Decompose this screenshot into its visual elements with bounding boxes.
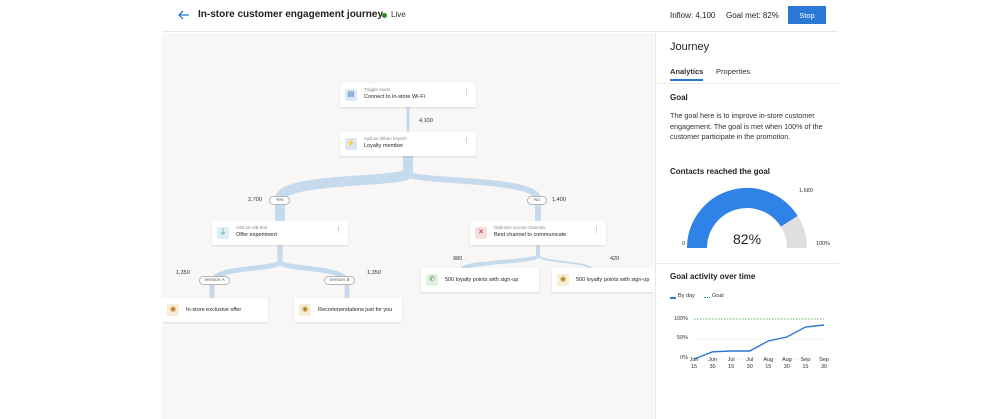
- node-type-label: Trigger event: [364, 87, 391, 92]
- y-tick-label: 50%: [676, 335, 688, 341]
- no-count: 1,400: [552, 197, 566, 203]
- recommendations-node[interactable]: ◉ Recommendations just for you: [294, 298, 402, 322]
- y-tick-label: 100%: [674, 316, 689, 322]
- in-store-offer-node[interactable]: ◉ In-store exclusive offer: [162, 298, 268, 322]
- live-status-dot: [382, 13, 387, 18]
- version-b-count: 1,350: [367, 270, 381, 276]
- stop-button[interactable]: Stop: [788, 6, 826, 24]
- by-day-series-line: [693, 324, 825, 360]
- x-tick-label: Jun 30: [708, 357, 717, 370]
- wifi-event-icon: ▤: [345, 89, 357, 101]
- trigger-event-node[interactable]: ▤ Trigger event Connect to in-store Wi-F…: [340, 83, 476, 107]
- x-tick-label: Aug 15: [763, 357, 774, 370]
- node-title: Recommendations just for you: [318, 307, 393, 313]
- channel-optimize-icon: ✕: [475, 227, 487, 239]
- page-title: In-store customer engagement journey: [198, 9, 384, 20]
- version-b-pill: Version B: [324, 276, 355, 285]
- status-badge: Live: [391, 10, 406, 19]
- loyalty-points-whatsapp-node[interactable]: ✆ 500 loyalty points with sign-up: [421, 268, 539, 292]
- version-a-count: 1,350: [176, 270, 190, 276]
- more-options-icon[interactable]: ⋮: [463, 89, 470, 96]
- node-title: Connect to in-store Wi-Fi: [364, 94, 425, 100]
- ab-test-node[interactable]: ⏚ Add an A/B test Offer experiment ⋮: [212, 221, 348, 245]
- loyalty-points-custom-node[interactable]: ◉ 500 loyalty points with sign-up: [552, 268, 654, 292]
- custom-channel-icon: ◉: [299, 304, 311, 316]
- goal-met-value: Goal met: 82%: [726, 11, 779, 20]
- more-options-icon[interactable]: ⋮: [463, 138, 470, 145]
- journey-header: In-store customer engagement journey Liv…: [162, 0, 838, 32]
- branch-icon: ⚡: [345, 138, 357, 150]
- y-tick-label: 0%: [680, 355, 688, 361]
- x-tick-label: Sep 15: [800, 357, 811, 370]
- x-tick-label: Aug 30: [781, 357, 792, 370]
- x-tick-label: Sep 30: [819, 357, 829, 370]
- ab-test-icon: ⏚: [217, 227, 229, 239]
- if-then-branch-node[interactable]: ⚡ Add an if/then branch Loyalty member ⋮: [340, 132, 476, 156]
- inflow-count: Inflow: 4,100: [670, 11, 716, 20]
- node-type-label: Add an A/B test: [236, 225, 268, 230]
- x-tick-label: Jul 15: [727, 357, 735, 370]
- node-title: 500 loyalty points with sign-up: [445, 277, 519, 283]
- node-type-label: Optimize across channels: [494, 225, 546, 230]
- node-title: Best channel to communicate: [494, 232, 567, 238]
- x-tick-label: Jun 15: [689, 357, 699, 370]
- trigger-count: 4,100: [419, 118, 433, 124]
- back-arrow-icon[interactable]: [176, 7, 192, 23]
- app: In-store customer engagement journey Liv…: [0, 0, 1000, 419]
- no-branch-pill: No: [527, 196, 547, 205]
- version-a-pill: Version A: [199, 276, 230, 285]
- whatsapp-count: 980: [453, 256, 463, 262]
- node-title: In-store exclusive offer: [186, 307, 242, 313]
- custom-channel-icon: ◉: [167, 304, 179, 316]
- node-title: Loyalty member: [364, 143, 404, 149]
- journey-analytics-panel: Journey Analytics Properties Goal The go…: [655, 33, 839, 419]
- x-tick-label: Jul 30: [746, 357, 754, 370]
- node-title: Offer experiment: [236, 232, 277, 238]
- yes-branch-pill: Yes: [269, 196, 290, 205]
- whatsapp-icon: ✆: [426, 274, 438, 286]
- more-options-icon[interactable]: ⋮: [593, 227, 600, 234]
- other-channel-count: 420: [610, 256, 620, 262]
- node-title: 500 loyalty points with sign-up: [576, 277, 650, 283]
- journey-canvas[interactable]: ▤ Trigger event Connect to in-store Wi-F…: [162, 33, 654, 419]
- more-options-icon[interactable]: ⋮: [335, 227, 342, 234]
- optimize-channel-node[interactable]: ✕ Optimize across channels Best channel …: [470, 221, 606, 245]
- node-type-label: Add an if/then branch: [364, 136, 407, 141]
- custom-channel-icon: ◉: [557, 274, 569, 286]
- yes-count: 2,700: [248, 197, 262, 203]
